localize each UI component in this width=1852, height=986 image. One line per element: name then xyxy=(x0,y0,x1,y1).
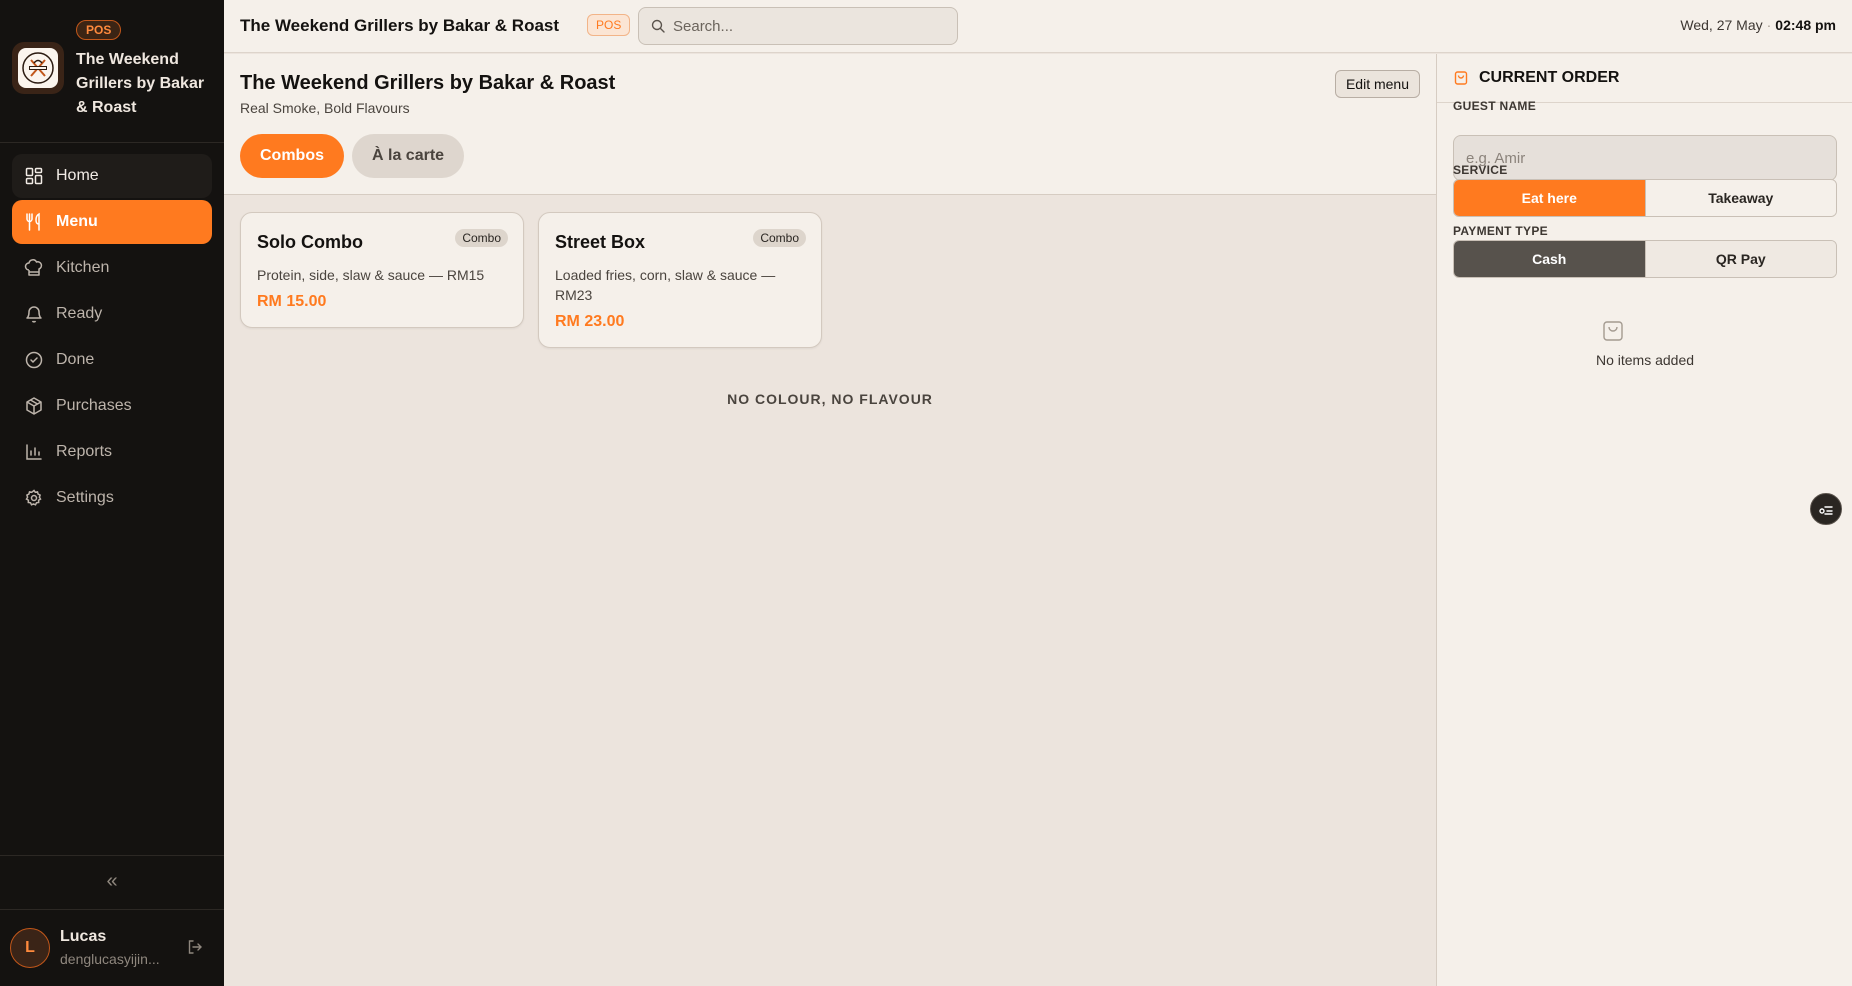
guest-name-label: GUEST NAME xyxy=(1453,99,1537,113)
sidebar-item-menu[interactable]: Menu xyxy=(12,200,212,244)
pos-badge: POS xyxy=(76,20,122,40)
tagline: NO COLOUR, NO FLAVOUR xyxy=(727,391,933,407)
sidebar-item-ready[interactable]: Ready xyxy=(12,292,212,336)
tab-combos[interactable]: Combos xyxy=(240,134,344,178)
current-order-panel: CURRENT ORDER GUEST NAME SERVICE Eat her… xyxy=(1436,54,1852,986)
sidebar-divider xyxy=(0,142,224,143)
sidebar-item-kitchen[interactable]: Kitchen xyxy=(12,246,212,290)
sidebar-item-label: Done xyxy=(56,351,95,368)
payment-type-label: PAYMENT TYPE xyxy=(1453,224,1548,238)
menu-item-card[interactable]: Street Box Combo Loaded fries, corn, sla… xyxy=(538,212,822,348)
avatar[interactable]: L xyxy=(10,928,50,968)
item-price: RM 23.00 xyxy=(555,313,625,330)
menu-item-grid: Solo Combo Combo Protein, side, slaw & s… xyxy=(240,212,822,348)
grid-icon xyxy=(25,167,43,185)
category-tabs: Combos À la carte xyxy=(240,134,465,178)
item-badge: Combo xyxy=(455,229,508,247)
utensils-icon xyxy=(26,212,40,231)
datetime: Wed, 27 May · 02:48 pm xyxy=(1680,17,1836,33)
guest-name-input[interactable] xyxy=(1453,135,1837,181)
tab-a-la-carte[interactable]: À la carte xyxy=(352,134,465,178)
sidebar-item-label: Reports xyxy=(56,443,113,460)
double-chevron-left-icon: « xyxy=(106,869,118,892)
payment-toggle: Cash QR Pay xyxy=(1453,240,1837,278)
sidebar-item-label: Menu xyxy=(56,213,98,230)
sliders-icon xyxy=(1819,506,1833,515)
sidebar-item-home[interactable]: Home xyxy=(12,154,212,198)
logout-icon[interactable] xyxy=(186,938,204,956)
sidebar: POS The Weekend Grillers by Bakar & Roas… xyxy=(0,0,224,986)
restaurant-logo[interactable] xyxy=(12,42,64,94)
grill-logo-icon xyxy=(18,48,58,88)
date-text: Wed, 27 May xyxy=(1680,17,1763,33)
brand: POS The Weekend Grillers by Bakar & Roas… xyxy=(12,20,212,120)
sidebar-item-label: Kitchen xyxy=(56,259,110,276)
service-label: SERVICE xyxy=(1453,163,1508,177)
cash-button[interactable]: Cash xyxy=(1454,241,1645,277)
item-price: RM 15.00 xyxy=(257,293,327,310)
order-header: CURRENT ORDER xyxy=(1437,54,1852,103)
bar-chart-icon xyxy=(26,444,42,460)
pos-badge: POS xyxy=(587,14,631,36)
item-description: Protein, side, slaw & sauce — RM15 xyxy=(257,267,485,283)
sidebar-item-label: Home xyxy=(56,167,99,184)
package-icon xyxy=(26,397,42,415)
bell-icon xyxy=(26,306,42,323)
edit-menu-button[interactable]: Edit menu xyxy=(1334,70,1420,98)
page-title: The Weekend Grillers by Bakar & Roast xyxy=(240,72,616,94)
menu-header: The Weekend Grillers by Bakar & Roast Re… xyxy=(224,54,1436,195)
sidebar-item-label: Purchases xyxy=(56,397,132,414)
qr-pay-button[interactable]: QR Pay xyxy=(1644,241,1836,277)
time-text: 02:48 pm xyxy=(1775,17,1836,33)
search-input[interactable] xyxy=(673,17,933,35)
search-icon xyxy=(651,19,665,33)
chef-hat-icon xyxy=(24,259,43,276)
sidebar-item-done[interactable]: Done xyxy=(12,338,212,382)
user-name: Lucas xyxy=(60,928,107,945)
sidebar-item-label: Ready xyxy=(56,305,103,322)
sidebar-item-label: Settings xyxy=(56,489,114,506)
order-title: CURRENT ORDER xyxy=(1479,69,1620,86)
sidebar-item-purchases[interactable]: Purchases xyxy=(12,384,212,428)
check-circle-icon xyxy=(25,351,43,369)
empty-order-text: No items added xyxy=(1595,352,1695,368)
sidebar-item-settings[interactable]: Settings xyxy=(12,476,212,520)
gear-icon xyxy=(25,489,42,506)
page-subtitle: Real Smoke, Bold Flavours xyxy=(240,100,410,116)
item-description: Loaded fries, corn, slaw & sauce — RM23 xyxy=(555,267,776,303)
brand-name: The Weekend Grillers by Bakar & Roast xyxy=(76,51,205,116)
search-box[interactable] xyxy=(638,7,958,45)
separator-dot: · xyxy=(1766,17,1772,33)
user-profile: L Lucas denglucasyijin... xyxy=(0,910,224,986)
service-toggle: Eat here Takeaway xyxy=(1453,179,1837,217)
topbar: The Weekend Grillers by Bakar & Roast PO… xyxy=(224,0,1852,53)
sidebar-item-reports[interactable]: Reports xyxy=(12,430,212,474)
shopping-bag-icon xyxy=(1454,71,1468,85)
sidebar-nav: Home Menu Kitchen Ready Done Purchases R… xyxy=(12,154,212,522)
collapse-sidebar-button[interactable]: « xyxy=(0,866,224,896)
app-title: The Weekend Grillers by Bakar & Roast xyxy=(240,16,560,35)
user-email: denglucasyijin... xyxy=(60,951,160,967)
menu-item-card[interactable]: Solo Combo Combo Protein, side, slaw & s… xyxy=(240,212,524,328)
takeaway-button[interactable]: Takeaway xyxy=(1644,180,1836,216)
item-badge: Combo xyxy=(753,229,806,247)
empty-bag-icon xyxy=(1603,321,1623,341)
eat-here-button[interactable]: Eat here xyxy=(1454,180,1645,216)
menu-main: The Weekend Grillers by Bakar & Roast Re… xyxy=(224,54,1436,986)
sidebar-divider xyxy=(0,855,224,856)
floating-toggle-button[interactable] xyxy=(1810,493,1842,525)
